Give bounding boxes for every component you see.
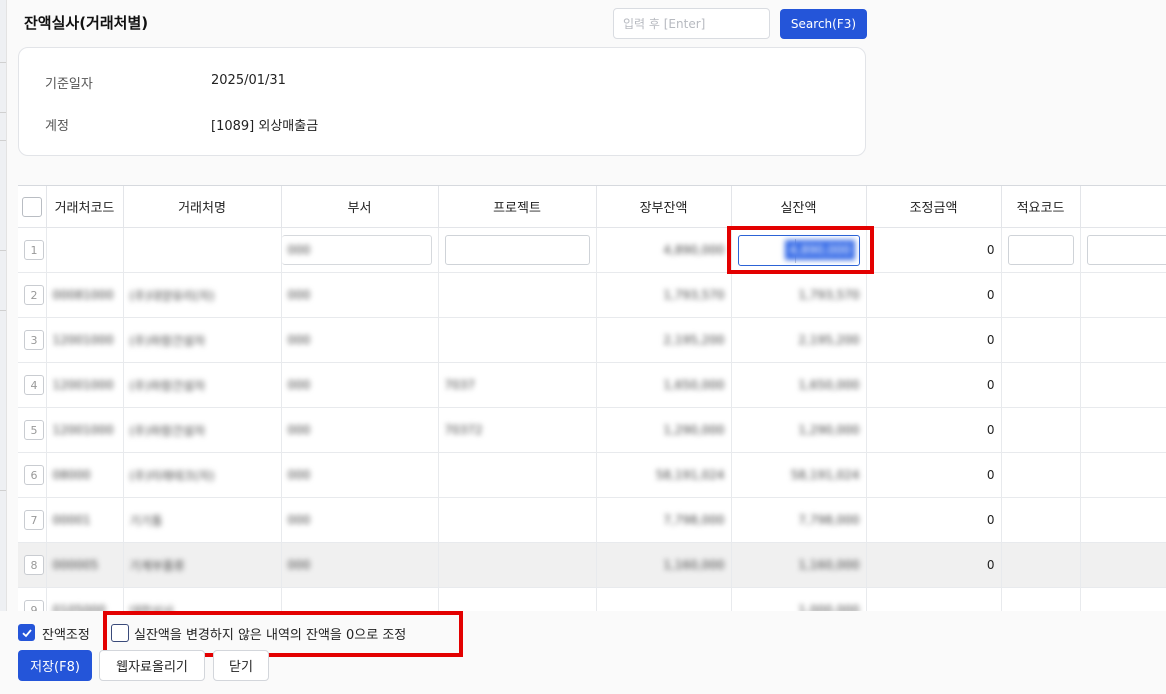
row-book-balance: 4,890,000 [663,243,725,257]
info-card: 기준일자 2025/01/31 계정 [1089] 외상매출금 [18,47,866,156]
row-number: 4 [24,375,44,395]
check-icon [21,628,32,637]
row-number: 7 [24,510,44,530]
row-name: (주)하람건설자 [129,423,206,438]
row-name: (주)하람건설자 [129,333,206,348]
row-dept: 000 [287,288,311,302]
row-book-balance: 1,290,000 [663,423,725,437]
row-real-balance: 1,160,000 [798,558,860,572]
row-dept: 000 [287,378,311,392]
row-book-balance: 58,191,024 [655,468,725,482]
row-code: 00001 [52,513,91,527]
row-book-balance: 1,160,000 [663,558,725,572]
row-dept: 000 [287,513,311,527]
balance-adjust-checkbox[interactable] [18,624,35,641]
row-book-balance: 7,798,000 [663,513,725,527]
row-number: 1 [24,240,44,260]
col-header-real-balance[interactable]: 실잔액 [731,186,867,228]
row-code: 12001000 [52,378,114,392]
table-row[interactable]: 7 00001 기기통 000 7,798,000 7,798,000 0 [18,497,1166,543]
row-adjust-amount [866,587,1002,612]
row-real-balance: 1,650,000 [798,378,860,392]
row-adjust-amount: 0 [866,362,1002,408]
col-header-project[interactable]: 프로젝트 [438,186,597,228]
row-dept: 000 [287,423,311,437]
row-code: 12001000 [52,423,114,437]
row-name: (주)미래테크(자) [129,468,215,483]
close-button[interactable]: 닫기 [213,650,269,681]
row-name: 기계부품류 [129,558,185,573]
col-header-code[interactable]: 거래처코드 [46,186,124,228]
row-adjust-amount: 0 [866,452,1002,498]
base-date-value: 2025/01/31 [211,73,286,88]
row-code: 08000 [52,468,91,482]
row-dept: 000 [287,468,311,482]
row-number: 3 [24,330,44,350]
row-code: 12001000 [52,333,114,347]
row-real-balance: 58,191,024 [790,468,860,482]
row-code: 00081000 [52,288,114,302]
table-row[interactable]: 4 12001000 (주)하람건설자 000 7037 1,650,000 1… [18,362,1166,408]
row-adjust-amount: 0 [866,317,1002,363]
memo-input[interactable] [1086,235,1166,265]
table-row[interactable]: 2 00081000 (주)대양유리(자) 000 1,793,570 1,79… [18,272,1166,318]
highlight-real-balance-input [727,226,874,274]
row-number: 2 [24,285,44,305]
row-number: 8 [24,555,44,575]
search-input[interactable] [613,8,770,39]
row-dept: 000 [287,558,311,572]
row-project: 70372 [444,423,483,437]
row-project: 7037 [444,378,476,392]
select-all-checkbox[interactable] [21,196,42,217]
row-book-balance: 2,195,200 [663,333,725,347]
row-real-balance: 2,195,200 [798,333,860,347]
account-value: [1089] 외상매출금 [211,119,319,134]
table-row-selected[interactable]: 8 000005 기계부품류 000 1,160,000 1,160,000 0 [18,542,1166,588]
table-row[interactable]: 1 000 4,890,000 4,890,000 0 [18,227,1166,273]
row-adjust-amount: 0 [866,272,1002,318]
row-name: 기기통 [129,513,163,528]
col-header-memo-code[interactable]: 적요코드 [1001,186,1081,228]
col-header-book-balance[interactable]: 장부잔액 [596,186,732,228]
table-row[interactable]: 5 12001000 (주)하람건설자 000 70372 1,290,000 … [18,407,1166,453]
balance-adjust-label[interactable]: 잔액조정 [42,624,90,643]
col-header-name[interactable]: 거래처명 [123,186,282,228]
row-adjust-amount: 0 [866,227,1002,273]
balance-grid: 거래처코드 거래처명 부서 프로젝트 장부잔액 실잔액 조정금액 적요코드 1 … [18,185,1166,612]
dept-input[interactable] [281,235,432,265]
table-row[interactable]: 6 08000 (주)미래테크(자) 000 58,191,024 58,191… [18,452,1166,498]
web-upload-button[interactable]: 웹자료올리기 [99,650,205,681]
col-header-dept[interactable]: 부서 [281,186,439,228]
row-book-balance: 1,793,570 [663,288,725,302]
table-row[interactable]: 3 12001000 (주)하람건설자 000 2,195,200 2,195,… [18,317,1166,363]
row-code: 000005 [52,558,99,572]
col-header-extra [1080,186,1166,228]
row-real-balance: 7,798,000 [798,513,860,527]
base-date-label: 기준일자 [45,77,93,92]
row-book-balance: 1,650,000 [663,378,725,392]
row-number: 5 [24,420,44,440]
row-name: (주)하람건설자 [129,378,206,393]
account-label: 계정 [45,119,69,134]
table-row[interactable]: 9 0105000 대한상사 1,000,000 [18,587,1166,612]
row-adjust-amount: 0 [866,407,1002,453]
row-name: (주)대양유리(자) [129,288,215,303]
row-adjust-amount: 0 [866,542,1002,588]
row-adjust-amount: 0 [866,497,1002,543]
page-title: 잔액실사(거래처별) [24,14,149,32]
row-real-balance: 1,290,000 [798,423,860,437]
row-number: 6 [24,465,44,485]
row-dept: 000 [287,333,311,347]
project-input[interactable] [444,235,590,265]
row-real-balance: 1,793,570 [798,288,860,302]
grid-header-row: 거래처코드 거래처명 부서 프로젝트 장부잔액 실잔액 조정금액 적요코드 [18,186,1166,228]
col-header-adjust-amount[interactable]: 조정금액 [866,186,1002,228]
save-button[interactable]: 저장(F8) [18,650,92,681]
memo-code-input[interactable] [1007,235,1074,265]
select-all-cell[interactable] [18,186,47,228]
search-button[interactable]: Search(F3) [780,9,867,39]
